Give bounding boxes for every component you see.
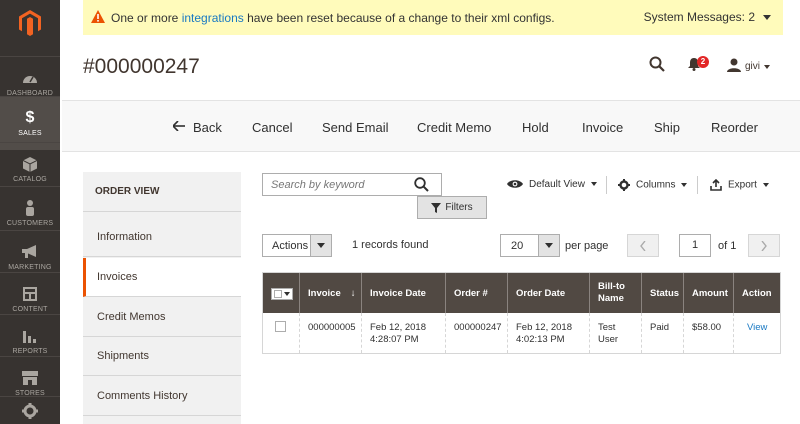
back-arrow-icon[interactable] (171, 120, 185, 134)
row-select-checkbox[interactable] (275, 321, 286, 332)
search-placeholder: Search by keyword (271, 179, 365, 191)
column-action: Action (733, 273, 780, 313)
cell-order-number: 000000247 (445, 313, 507, 353)
eye-icon (507, 180, 523, 189)
magento-logo[interactable] (0, 0, 60, 46)
view-invoice-link[interactable]: View (747, 322, 767, 333)
cell-invoice: 000000005 (299, 313, 361, 353)
per-page-select[interactable]: 20 (500, 234, 560, 257)
tab-information[interactable]: Information (83, 218, 241, 257)
column-status[interactable]: Status (641, 273, 683, 313)
chevron-down-icon[interactable] (538, 235, 559, 256)
content-icon (22, 286, 38, 302)
tab-invoices[interactable]: Invoices (83, 258, 241, 297)
chevron-left-icon (640, 240, 646, 251)
hold-button[interactable]: Hold (522, 120, 549, 135)
mass-actions-dropdown[interactable]: Actions (262, 234, 332, 257)
credit-memo-button[interactable]: Credit Memo (417, 120, 491, 135)
tab-credit-memos[interactable]: Credit Memos (83, 298, 241, 337)
system-messages-toggle[interactable]: System Messages: 2 (644, 10, 755, 24)
sort-arrow-down-icon: ↓ (350, 287, 356, 299)
chevron-down-icon[interactable] (310, 235, 331, 256)
nav-system[interactable] (0, 396, 60, 424)
nav-customers-label: CUSTOMERS (6, 220, 54, 227)
nav-sales-label: SALES (18, 130, 42, 137)
bar-chart-icon (22, 328, 38, 344)
chevron-right-icon (761, 240, 767, 251)
global-search-icon[interactable] (649, 56, 665, 75)
cube-icon (22, 156, 38, 172)
order-view-heading: ORDER VIEW (83, 172, 241, 212)
cell-action: View (733, 313, 780, 353)
notifications-count-badge[interactable]: 2 (697, 56, 709, 68)
filters-label: Filters (445, 202, 473, 213)
export-icon (710, 178, 722, 191)
tab-comments-history[interactable]: Comments History (83, 377, 241, 416)
next-page-button[interactable] (748, 234, 780, 257)
current-page-input[interactable]: 1 (679, 234, 711, 257)
default-view-dropdown[interactable]: Default View (507, 179, 597, 190)
cell-order-date: Feb 12, 2018 4:02:13 PM (507, 313, 589, 353)
cell-status: Paid (641, 313, 683, 353)
cell-invoice-date: Feb 12, 2018 4:28:07 PM (361, 313, 445, 353)
nav-marketing-label: MARKETING (8, 264, 52, 271)
order-actions-toolbar: Back Cancel Send Email Credit Memo Hold … (62, 100, 800, 152)
columns-dropdown[interactable]: Columns (618, 179, 688, 191)
integrations-link[interactable]: integrations (182, 11, 244, 25)
user-menu-chevron-icon[interactable] (764, 65, 770, 69)
mass-select-column[interactable] (263, 273, 299, 313)
user-icon[interactable] (727, 58, 741, 75)
column-bill-to-name[interactable]: Bill-to Name (589, 273, 641, 313)
nav-reports-label: REPORTS (12, 348, 48, 355)
admin-sidebar: DASHBOARD $ SALES CATALOG CUSTOMERS MARK… (0, 0, 60, 424)
invoices-grid: Invoice ↓ Invoice Date Order # Order Date… (262, 272, 781, 354)
reorder-button[interactable]: Reorder (711, 120, 758, 135)
cell-amount: $58.00 (683, 313, 733, 353)
column-order-number[interactable]: Order # (445, 273, 507, 313)
order-view-tabs: ORDER VIEW Information Invoices Credit M… (83, 172, 241, 424)
person-icon (22, 200, 38, 216)
send-email-button[interactable]: Send Email (322, 120, 388, 135)
column-amount[interactable]: Amount (683, 273, 733, 313)
filter-funnel-icon (431, 202, 442, 213)
total-pages-label: of 1 (718, 240, 737, 252)
cell-bill-to-name: Test User (589, 313, 641, 353)
warning-icon (91, 10, 105, 26)
page-title: #000000247 (83, 55, 200, 78)
tab-shipments[interactable]: Shipments (83, 337, 241, 376)
per-page-value: 20 (511, 240, 524, 252)
nav-content-label: CONTENT (12, 306, 48, 313)
cancel-button[interactable]: Cancel (252, 120, 292, 135)
mass-actions-label: Actions (272, 240, 309, 252)
nav-catalog-label: CATALOG (13, 176, 47, 183)
column-invoice[interactable]: Invoice ↓ (299, 273, 361, 313)
admin-username[interactable]: givi (745, 61, 760, 72)
chevron-down-icon[interactable] (763, 15, 771, 20)
magento-logo-icon (19, 10, 41, 36)
dashboard-icon (22, 70, 38, 86)
previous-page-button[interactable] (627, 234, 659, 257)
back-button[interactable]: Back (193, 120, 222, 135)
store-icon (22, 370, 38, 386)
mass-select-checkbox[interactable] (271, 288, 293, 300)
export-dropdown[interactable]: Export (710, 178, 769, 191)
search-icon[interactable] (414, 177, 429, 195)
system-message-bar: One or more integrations have been reset… (83, 0, 783, 35)
invoice-button[interactable]: Invoice (582, 120, 623, 135)
gear-icon (22, 403, 38, 419)
megaphone-icon (22, 244, 38, 260)
column-order-date[interactable]: Order Date (507, 273, 589, 313)
per-page-label: per page (565, 240, 609, 252)
grid-header-row: Invoice ↓ Invoice Date Order # Order Date… (263, 273, 780, 313)
ship-button[interactable]: Ship (654, 120, 680, 135)
system-message-text: One or more integrations have been reset… (111, 10, 555, 25)
column-invoice-date[interactable]: Invoice Date (361, 273, 445, 313)
filters-button[interactable]: Filters (417, 196, 487, 219)
gear-icon (618, 179, 630, 191)
dollar-icon: $ (25, 109, 35, 126)
records-found-count: 1 records found (352, 239, 429, 251)
